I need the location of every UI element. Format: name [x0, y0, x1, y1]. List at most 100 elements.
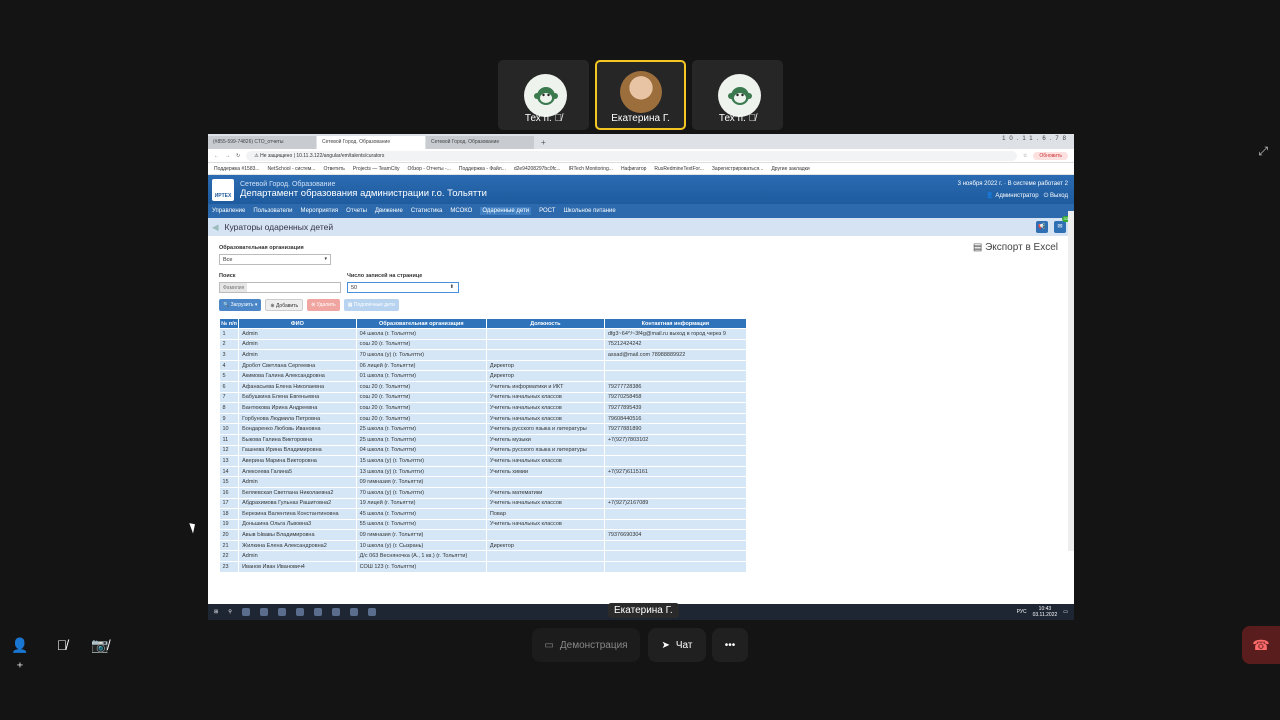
table-cell: 79277728386 — [604, 381, 748, 393]
nav-item[interactable]: Отчеты — [346, 208, 367, 214]
nav-item[interactable]: Мероприятия — [301, 208, 339, 214]
back-icon[interactable]: ← — [214, 153, 219, 159]
add-participant-icon[interactable]: 👤⁺ — [8, 634, 32, 675]
megaphone-icon[interactable]: 📢 — [1036, 221, 1048, 233]
table-row[interactable]: 10 Бондаренко Любовь Ивановна 25 школа (г.… — [219, 423, 748, 435]
table-row[interactable]: 23 Иванов Иван Иванович4 СОШ 123 (г. Толья… — [219, 561, 748, 573]
nav-item-active[interactable]: Одаренные дети — [480, 207, 532, 215]
table-row[interactable]: 9 Горбунова Людмила Петровна сош 20 (г. То… — [219, 413, 748, 425]
nav-item[interactable]: Пользователи — [253, 208, 292, 214]
bookmark[interactable]: Зарегистрироваться... — [712, 166, 763, 172]
taskbar-app-icon[interactable] — [313, 608, 322, 616]
export-excel-link[interactable]: ▤ Экспорт в Excel — [973, 242, 1058, 253]
add-button[interactable]: ⊕ Добавить — [265, 299, 304, 311]
microphone-muted-icon[interactable]: 🎙̸ — [50, 634, 74, 656]
camera-off-icon[interactable]: 📷̸ — [88, 634, 112, 656]
bookmark[interactable]: Поддержка - Файл... — [459, 166, 506, 172]
user-name[interactable]: Администратор — [995, 193, 1038, 199]
taskbar-app-icon[interactable] — [241, 608, 250, 616]
stepper-icon[interactable]: ⬍ — [450, 284, 454, 290]
nav-item[interactable]: Школьное питание — [563, 208, 615, 214]
fullscreen-icon[interactable]: ⤢ — [1258, 144, 1268, 159]
table-row[interactable]: 15 Admin 09 гимназия (г. Тольятти) — [219, 476, 748, 488]
participant-tile[interactable]: Тех п. 🎙̸ — [498, 60, 589, 130]
new-tab-button[interactable]: + — [535, 136, 552, 149]
end-call-button[interactable]: ☎ — [1242, 626, 1280, 664]
table-row[interactable]: 14 Алексеева Галина5 13 школа (у) (г. Толь… — [219, 466, 748, 478]
browser-tab[interactable]: Сетевой Город. Образование — [426, 136, 534, 149]
table-cell — [604, 445, 748, 457]
nav-item[interactable]: РОСТ — [539, 208, 555, 214]
per-page-input[interactable]: 50 ⬍ — [347, 282, 459, 293]
bookmark[interactable]: d2e94208297bc0fc... — [514, 166, 561, 172]
table-row[interactable]: 13 Аверина Марина Викторовна 15 школа (у) … — [219, 455, 748, 467]
reload-icon[interactable]: ↻ — [236, 153, 240, 159]
notifications-icon[interactable]: ✉ 33 — [1054, 216, 1070, 233]
bookmark[interactable]: RusRedmineTextFor... — [654, 166, 703, 172]
table-row[interactable]: 19 Доньшина Ольга Львовна3 55 школа (г. То… — [219, 519, 748, 531]
nav-item[interactable]: МСОКО — [450, 208, 472, 214]
table-row[interactable]: 3 Admin 70 школа (у) (г. Тольятти) assad@ma… — [219, 349, 748, 361]
table-cell: Admin — [238, 328, 357, 340]
table-row[interactable]: 18 Березина Валентина Константиновна 45 шк… — [219, 508, 748, 520]
table-row[interactable]: 16 Беляевская Светлана Николаевна2 70 школ… — [219, 487, 748, 499]
notification-center-icon[interactable]: ▭ — [1063, 609, 1068, 615]
table-row[interactable]: 8 Бантюкова Ирина Андреевна сош 20 (г. Тол… — [219, 402, 748, 414]
taskbar-app-icon[interactable] — [259, 608, 268, 616]
table-row[interactable]: 4 Дробот Светлана Сергеевна 06 лицей (г. Т… — [219, 360, 748, 372]
browser-tab-active[interactable]: Сетевой Город. Образование — [317, 136, 425, 149]
table-row[interactable]: 11 Быкова Галина Викторовна 25 школа (г. Т… — [219, 434, 748, 446]
table-cell — [604, 370, 748, 382]
star-icon[interactable]: ☆ — [1023, 153, 1027, 159]
participant-tile[interactable]: Тех п. 🎙̸ — [692, 60, 783, 130]
search-icon[interactable]: ⚲ — [228, 609, 232, 615]
column-header[interactable]: ФИО — [238, 318, 357, 329]
table-row[interactable]: 20 Авыв Ывавы Владимировна 09 гимназия (г.… — [219, 529, 748, 541]
taskbar-app-icon[interactable] — [277, 608, 286, 616]
table-row[interactable]: 6 Афанасьева Елена Николаевна сош 20 (г. Т… — [219, 381, 748, 393]
chat-button[interactable]: ➤ Чат — [648, 628, 706, 662]
table-row[interactable]: 1 Admin 04 школа (г. Тольятти) dfg3~64^/~3f… — [219, 328, 748, 340]
taskbar-clock[interactable]: 10:43 03.11.2022 — [1033, 606, 1058, 618]
update-browser-button[interactable]: Обновить — [1033, 151, 1068, 160]
scrollbar[interactable] — [1068, 211, 1074, 551]
nav-item[interactable]: Управление — [212, 208, 245, 214]
bookmark[interactable]: Ответить — [323, 166, 344, 172]
nav-item[interactable]: Движение — [375, 208, 403, 214]
bookmark[interactable]: Нафигатор — [621, 166, 646, 172]
logout-link[interactable]: Выход — [1050, 193, 1068, 199]
taskbar-app-icon[interactable] — [331, 608, 340, 616]
browser-tab[interactable]: (#855-599-74826) СТО_отчеты — [208, 136, 316, 149]
table-row[interactable]: 5 Акимова Галина Александровна 01 школа (г… — [219, 370, 748, 382]
load-button[interactable]: 🔍 Загрузить ▾ — [219, 299, 262, 311]
bookmark[interactable]: Обзор - Отчеты -... — [407, 166, 450, 172]
nav-item[interactable]: Статистика — [411, 208, 443, 214]
bookmark[interactable]: Другие закладки — [771, 166, 809, 172]
taskbar-app-icon[interactable] — [295, 608, 304, 616]
table-row[interactable]: 22 Admin Д/с 063 Весняночка (А., 1 кв.) (г… — [219, 550, 748, 563]
participant-tile-active[interactable]: Екатерина Г. — [595, 60, 686, 130]
forward-icon[interactable]: → — [225, 153, 230, 159]
table-row[interactable]: 12 Гашнева Ирина Владимировна 04 школа (г.… — [219, 445, 748, 457]
search-placeholder: Фамилия — [220, 283, 248, 292]
search-input[interactable]: Фамилия — [219, 282, 341, 293]
bookmark[interactable]: Поддержка #1583... — [214, 166, 260, 172]
back-arrow-icon[interactable]: ◀ — [212, 222, 219, 233]
more-button[interactable]: ••• — [712, 628, 748, 662]
taskbar-app-icon[interactable] — [349, 608, 358, 616]
share-screen-button[interactable]: ▭ Демонстрация — [532, 628, 640, 662]
language-indicator[interactable]: РУС — [1017, 609, 1027, 615]
bookmark[interactable]: Projects — TeamCity — [353, 166, 400, 172]
delete-button[interactable]: ⊗ Удалить — [307, 299, 340, 311]
table-row[interactable]: 2 Admin сош 20 (г. Тольятти) 75212424242 — [219, 339, 748, 351]
table-row[interactable]: 21 Жилкина Елена Александровна2 10 школа (… — [219, 540, 748, 552]
bookmark[interactable]: IRTech Monitoring... — [569, 166, 613, 172]
taskbar-app-icon[interactable] — [367, 608, 376, 616]
gifted-children-button[interactable]: ▦ Подопечные дети — [343, 299, 399, 311]
table-row[interactable]: 17 Абдрахимова Гульназ Рашитовна2 19 лицей… — [219, 498, 748, 510]
table-row[interactable]: 7 Бабушкина Елена Евгеньевна сош 20 (г. То… — [219, 392, 748, 404]
bookmark[interactable]: NetSchool - систем... — [268, 166, 316, 172]
org-select[interactable]: Все ▾ — [219, 254, 331, 265]
address-bar[interactable]: ⚠ Не защищено | 10.11.3.122/angular/em/t… — [246, 150, 1017, 161]
windows-start-icon[interactable]: ⊞ — [214, 609, 218, 615]
